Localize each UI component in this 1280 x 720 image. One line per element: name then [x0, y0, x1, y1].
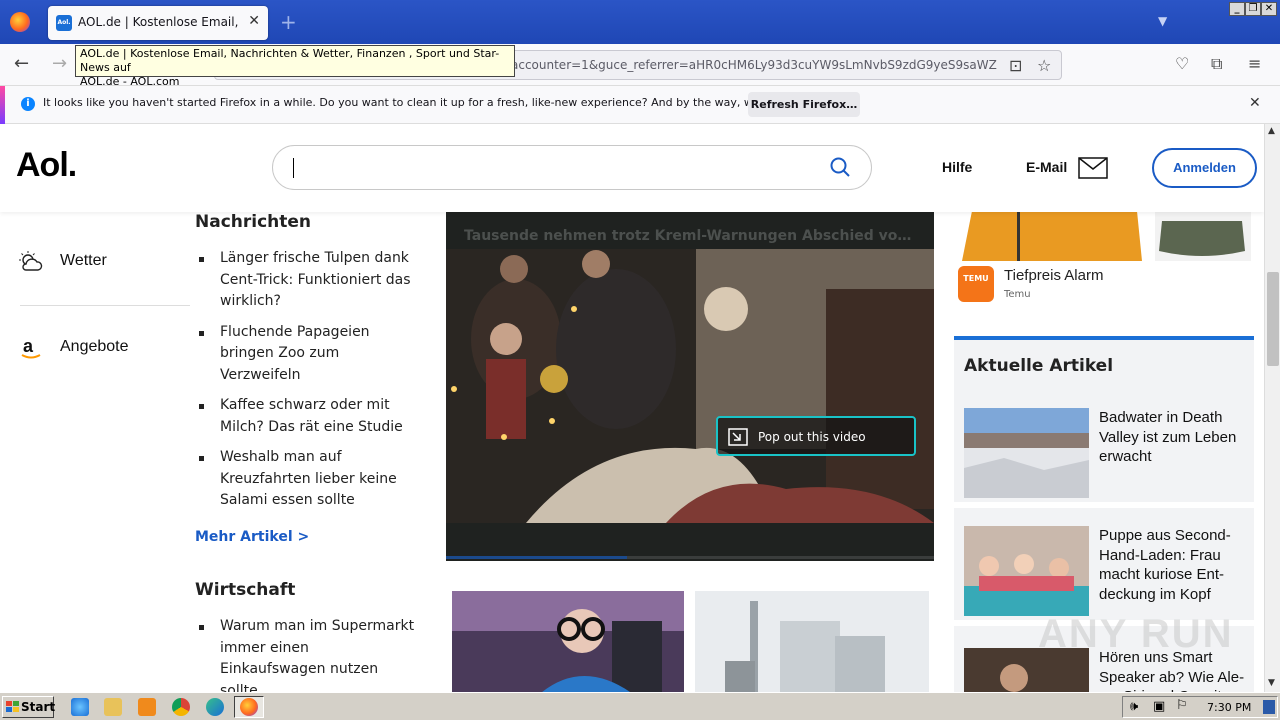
search-input[interactable]	[272, 145, 872, 190]
current-articles-title: Aktuelle Artikel	[964, 356, 1114, 376]
aol-header: Aol. Hilfe E-Mail Anmelden	[0, 124, 1264, 212]
video-player[interactable]: Tausende nehmen trotz Kreml-Warnungen Ab…	[446, 211, 934, 561]
article-card[interactable]: Puppe aus Second-Hand-Laden: Frau macht …	[954, 514, 1254, 626]
video-progress-fill	[446, 556, 627, 559]
refresh-firefox-button[interactable]: Refresh Firefox…	[748, 92, 860, 117]
pop-out-label: Pop out this video	[758, 430, 866, 444]
page-scrollbar[interactable]: ▲ ▼	[1264, 124, 1280, 692]
news-section-title: Nachrichten	[195, 212, 312, 232]
volume-icon[interactable]: 🕪	[1130, 699, 1138, 714]
aol-favicon-icon: Aol.	[56, 15, 72, 31]
tab-aol[interactable]: Aol. AOL.de | Kostenlose Email, Nachrich…	[48, 6, 268, 40]
bookmark-star-icon[interactable]: ☆	[1037, 56, 1051, 75]
internet-explorer-icon[interactable]	[71, 698, 89, 716]
article-thumbnail[interactable]	[695, 591, 929, 692]
tab-list-chevron-icon[interactable]: ▼	[1158, 14, 1167, 28]
login-button[interactable]: Anmelden	[1152, 148, 1257, 188]
scrollbar-thumb[interactable]	[1267, 272, 1279, 366]
clock: 7:30 PM	[1207, 701, 1252, 714]
ad-sponsor: Temu	[1004, 289, 1031, 300]
minimize-button[interactable]: _	[1229, 2, 1245, 16]
email-link[interactable]: E-Mail	[1026, 159, 1067, 175]
hamburger-menu-icon[interactable]: ≡	[1248, 54, 1261, 73]
reader-view-icon[interactable]: ⊡	[1009, 56, 1022, 75]
article-card[interactable]: Badwater in Death Valley ist zum Leben e…	[954, 396, 1254, 508]
sidebar-item-weather[interactable]: Wetter	[18, 242, 190, 282]
windows-flag-icon	[6, 701, 19, 712]
video-frame-image	[446, 249, 934, 523]
chrome-icon[interactable]	[172, 698, 190, 716]
pop-out-icon	[728, 428, 748, 446]
edge-icon[interactable]	[206, 698, 224, 716]
article-thumbnail[interactable]	[452, 591, 684, 692]
news-item[interactable]: Warum man im Supermarkt immer einen Eink…	[195, 616, 415, 692]
firefox-menu-icon[interactable]	[10, 12, 30, 32]
pocket-icon[interactable]: ♡	[1175, 54, 1189, 73]
back-arrow-icon[interactable]: ←	[14, 53, 29, 74]
news-item[interactable]: Weshalb man auf Kreuzfahrten lieber kein…	[195, 447, 415, 512]
video-title: Tausende nehmen trotz Kreml-Warnungen Ab…	[464, 228, 919, 244]
restore-button[interactable]: ❐	[1245, 2, 1261, 16]
folder-icon[interactable]	[104, 698, 122, 716]
new-tab-button[interactable]: +	[280, 10, 297, 34]
news-item[interactable]: Fluchende Papageien bringen Zoo zum Verz…	[195, 322, 415, 387]
article-title: Badwater in Death Valley ist zum Leben e…	[1099, 409, 1237, 465]
news-list: Länger frische Tulpen dank Cent-Trick: F…	[195, 248, 415, 521]
economy-list: Warum man im Supermarkt immer einen Eink…	[195, 616, 415, 692]
weather-icon	[19, 251, 43, 271]
firefox-icon	[240, 698, 258, 716]
article-image	[964, 408, 1089, 498]
video-progress-bar[interactable]	[446, 556, 934, 559]
browser-titlebar: Aol. AOL.de | Kostenlose Email, Nachrich…	[0, 0, 1280, 44]
tab-close-icon[interactable]: ✕	[248, 13, 260, 29]
network-icon[interactable]: ▣	[1153, 699, 1165, 714]
news-item[interactable]: Kaffee schwarz oder mit Milch? Das rät e…	[195, 395, 415, 438]
tooltip-line-1: AOL.de | Kostenlose Email, Nachrichten &…	[80, 47, 500, 74]
mail-icon[interactable]	[1078, 157, 1108, 179]
notification-close-icon[interactable]: ✕	[1249, 95, 1261, 111]
info-icon: i	[21, 97, 35, 111]
refresh-notification-bar: i It looks like you haven't started Fire…	[0, 86, 1280, 124]
text-caret	[293, 158, 294, 178]
scroll-up-icon[interactable]: ▲	[1268, 126, 1275, 136]
firefox-taskbar-button[interactable]	[234, 696, 264, 718]
help-link[interactable]: Hilfe	[942, 159, 972, 175]
url-text: accounter=1&guce_referrer=aHR0cHM6Ly93d3…	[511, 58, 997, 72]
notification-text: It looks like you haven't started Firefo…	[43, 96, 827, 109]
ad-image[interactable]	[957, 211, 1252, 261]
windows-taskbar: Start 🕪 ▣ ⚐ 7:30 PM	[0, 692, 1280, 720]
economy-section-title: Wirtschaft	[195, 580, 296, 600]
notification-accent	[0, 86, 5, 124]
news-item[interactable]: Länger frische Tulpen dank Cent-Trick: F…	[195, 248, 415, 313]
close-window-button[interactable]: ✕	[1261, 2, 1277, 16]
anyrun-watermark: ANY RUN	[1038, 612, 1234, 656]
tooltip-line-2: AOL.de - AOL.com	[80, 75, 180, 88]
amazon-icon: a	[21, 336, 41, 359]
extensions-icon[interactable]: ⧉	[1211, 54, 1222, 74]
scroll-down-icon[interactable]: ▼	[1268, 678, 1275, 688]
sidebar-item-deals[interactable]: a Angebote	[18, 328, 190, 368]
more-articles-link[interactable]: Mehr Artikel >	[195, 529, 309, 545]
start-button[interactable]: Start	[2, 696, 56, 718]
sidebar-divider	[20, 305, 190, 306]
media-player-icon[interactable]	[138, 698, 156, 716]
pop-out-video-button[interactable]: Pop out this video	[716, 416, 916, 456]
svg-text:a: a	[23, 336, 34, 356]
tab-title: AOL.de | Kostenlose Email, Nachrichten &…	[78, 15, 238, 29]
ad-title[interactable]: Tiefpreis Alarm	[1004, 267, 1103, 284]
flag-icon[interactable]: ⚐	[1176, 698, 1188, 713]
sidebar-item-label: Angebote	[60, 338, 129, 355]
system-tray: 🕪 ▣ ⚐	[1122, 696, 1278, 718]
temu-logo[interactable]: TEMU	[958, 266, 994, 302]
forward-arrow-icon[interactable]: →	[52, 53, 67, 74]
notification-icon[interactable]	[1263, 700, 1275, 714]
start-label: Start	[21, 700, 56, 714]
search-icon[interactable]	[830, 157, 850, 177]
sidebar-item-label: Wetter	[60, 252, 107, 269]
aol-logo[interactable]: Aol.	[16, 146, 77, 185]
article-title: Puppe aus Second-Hand-Laden: Frau macht …	[1099, 527, 1231, 603]
tab-tooltip: AOL.de | Kostenlose Email, Nachrichten &…	[75, 45, 515, 88]
aol-page: Aol. Hilfe E-Mail Anmelden Wetter a Ange…	[0, 124, 1264, 692]
article-image	[964, 526, 1089, 616]
